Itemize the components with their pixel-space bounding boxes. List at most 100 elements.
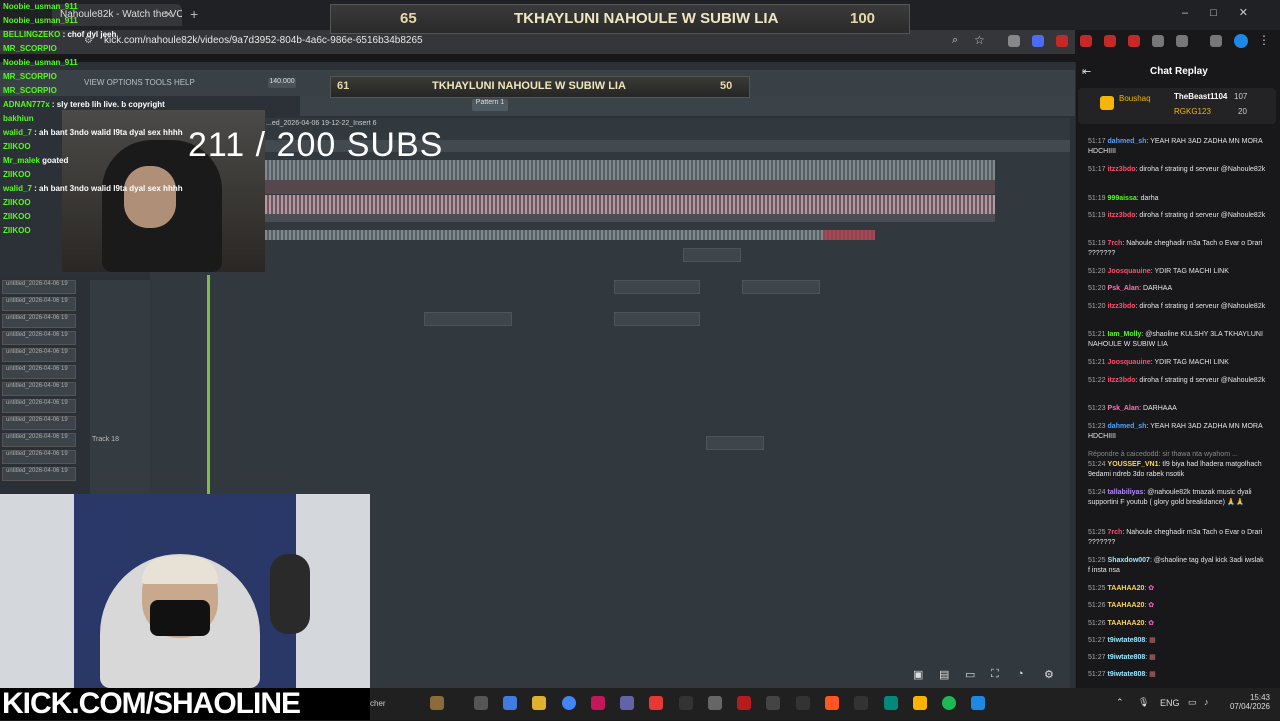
msg-user[interactable]: Psk_Alan <box>1108 285 1140 292</box>
audio-clip[interactable] <box>265 180 995 194</box>
msg-user[interactable]: TAAHAA20 <box>1108 602 1145 609</box>
app-icon[interactable] <box>708 696 722 710</box>
extension-icon[interactable] <box>1080 35 1092 47</box>
app-icon[interactable] <box>884 696 898 710</box>
fullscreen-icon[interactable]: ⛶ <box>991 668 999 681</box>
fl-studio-icon[interactable] <box>679 696 693 710</box>
zoom-icon[interactable]: ⌕ <box>952 34 958 47</box>
audio-clip[interactable] <box>614 280 700 294</box>
msg-user[interactable]: Psk_Alan <box>1108 405 1140 412</box>
close-tab-icon[interactable]: ✕ <box>164 8 173 21</box>
language-indicator[interactable]: ENG <box>1160 698 1180 708</box>
track-label[interactable]: Track 18 <box>92 436 119 443</box>
msg-user[interactable]: itzz3bdo <box>1108 166 1136 173</box>
track-item[interactable]: untitled_2026-04-06 19 <box>2 416 76 430</box>
msg-user[interactable]: itzz3bdo <box>1108 303 1136 310</box>
msg-user[interactable]: 999aissa <box>1108 195 1137 202</box>
extension-icon[interactable] <box>1152 35 1164 47</box>
brave-icon[interactable] <box>825 696 839 710</box>
profile-avatar[interactable] <box>1234 34 1248 48</box>
menu-dots-icon[interactable]: ⋮ <box>1258 33 1270 47</box>
obs-icon[interactable] <box>766 696 780 710</box>
track-item[interactable]: untitled_2026-04-06 19 <box>2 365 76 379</box>
fl-menu-text[interactable]: VIEW OPTIONS TOOLS HELP <box>84 78 195 87</box>
track-item[interactable]: untitled_2026-04-06 19 <box>2 433 76 447</box>
msg-user[interactable]: TAAHAA20 <box>1108 620 1145 627</box>
puzzle-icon[interactable] <box>1176 35 1188 47</box>
track-item[interactable]: untitled_2026-04-06 19 <box>2 399 76 413</box>
theater-icon[interactable]: ▭ <box>965 668 975 681</box>
track-item[interactable]: untitled_2026-04-06 19 <box>2 280 76 294</box>
copilot-icon[interactable] <box>503 696 517 710</box>
task-view-icon[interactable] <box>474 696 488 710</box>
msg-user[interactable]: Joosquauine <box>1108 359 1151 366</box>
file-explorer-icon[interactable] <box>532 696 546 710</box>
msg-user[interactable]: itzz3bdo <box>1108 212 1136 219</box>
msg-user[interactable]: 7rch <box>1108 529 1123 536</box>
fl-pattern-selector[interactable]: Pattern 1 <box>472 99 508 111</box>
msg-user[interactable]: Joosquauine <box>1108 268 1151 275</box>
audio-clip-waveform[interactable] <box>265 230 875 240</box>
extension-icon[interactable] <box>1056 35 1068 47</box>
speed-icon[interactable]: ◔ <box>1017 668 1024 680</box>
audio-clip[interactable] <box>424 312 512 326</box>
track-item[interactable]: untitled_2026-04-06 19 <box>2 450 76 464</box>
bookmark-star-icon[interactable]: ☆ <box>974 33 985 47</box>
msg-user[interactable]: tallabiliyas <box>1108 489 1144 496</box>
extension-icon[interactable] <box>1104 35 1116 47</box>
widget-icon[interactable] <box>430 696 444 710</box>
playhead[interactable] <box>207 275 210 495</box>
taskbar-search[interactable]: cher <box>370 699 386 708</box>
app-icon[interactable] <box>796 696 810 710</box>
window-controls[interactable]: –□✕ <box>1182 6 1270 19</box>
msg-user[interactable]: TAAHAA20 <box>1108 585 1145 592</box>
msg-user[interactable]: dahmed_sh <box>1108 423 1147 430</box>
audio-clip-waveform[interactable] <box>265 195 995 215</box>
track-item[interactable]: untitled_2026-04-06 19 <box>2 467 76 481</box>
track-item[interactable]: untitled_2026-04-06 19 <box>2 331 76 345</box>
reading-list-icon[interactable] <box>1210 35 1222 47</box>
app-icon[interactable] <box>913 696 927 710</box>
leader-user[interactable]: Boushaq <box>1119 94 1151 103</box>
audio-clip[interactable] <box>823 230 875 240</box>
extension-icon[interactable] <box>1128 35 1140 47</box>
msg-user[interactable]: Iam_Molly <box>1108 331 1142 338</box>
settings-gear-icon[interactable]: ⚙ <box>1044 668 1054 681</box>
msg-user[interactable]: t9iwtate808 <box>1108 637 1146 644</box>
chrome-icon[interactable] <box>562 696 576 710</box>
clip-icon[interactable]: ▤ <box>939 668 949 681</box>
msg-user[interactable]: Shaxdow007 <box>1108 557 1150 564</box>
youtube-icon[interactable] <box>649 696 663 710</box>
app-icon[interactable] <box>737 696 751 710</box>
tray-chevron-icon[interactable]: ⌃ <box>1116 697 1124 708</box>
collapse-chat-icon[interactable]: ⇤ <box>1082 65 1091 78</box>
spotify-icon[interactable] <box>942 696 956 710</box>
microphone-tray-icon[interactable]: 🎙 <box>1138 697 1149 708</box>
extension-icon[interactable] <box>1008 35 1020 47</box>
leader-user[interactable]: RGKG123 <box>1174 107 1211 116</box>
msg-user[interactable]: itzz3bdo <box>1108 377 1136 384</box>
audio-clip[interactable] <box>614 312 700 326</box>
audio-clip[interactable] <box>742 280 820 294</box>
msg-user[interactable]: t9iwtate808 <box>1108 654 1146 661</box>
app-icon[interactable] <box>971 696 985 710</box>
msg-user[interactable]: t9iwtate808 <box>1108 671 1146 678</box>
taskbar-clock[interactable]: 15:43 07/04/2026 <box>1222 693 1270 711</box>
volume-icon[interactable]: ♪ <box>1204 697 1209 707</box>
network-icon[interactable]: ▭ <box>1188 697 1197 708</box>
pip-icon[interactable]: ▣ <box>913 668 923 681</box>
msg-user[interactable]: dahmed_sh <box>1108 138 1147 145</box>
track-item[interactable]: untitled_2026-04-06 19 <box>2 297 76 311</box>
msg-user[interactable]: YOUSSEF_VN1 <box>1108 461 1159 468</box>
extension-icon[interactable] <box>1032 35 1044 47</box>
track-item[interactable]: untitled_2026-04-06 19 <box>2 382 76 396</box>
fl-tempo[interactable]: 140.000 <box>268 78 296 88</box>
audio-clip[interactable] <box>683 248 741 262</box>
leader-user[interactable]: TheBeast1104 <box>1174 92 1227 101</box>
track-item[interactable]: untitled_2026-04-06 19 <box>2 348 76 362</box>
teams-icon[interactable] <box>620 696 634 710</box>
track-item[interactable]: untitled_2026-04-06 19 <box>2 314 76 328</box>
audio-clip[interactable] <box>706 436 764 450</box>
app-icon[interactable] <box>591 696 605 710</box>
new-tab-icon[interactable]: + <box>190 6 198 22</box>
